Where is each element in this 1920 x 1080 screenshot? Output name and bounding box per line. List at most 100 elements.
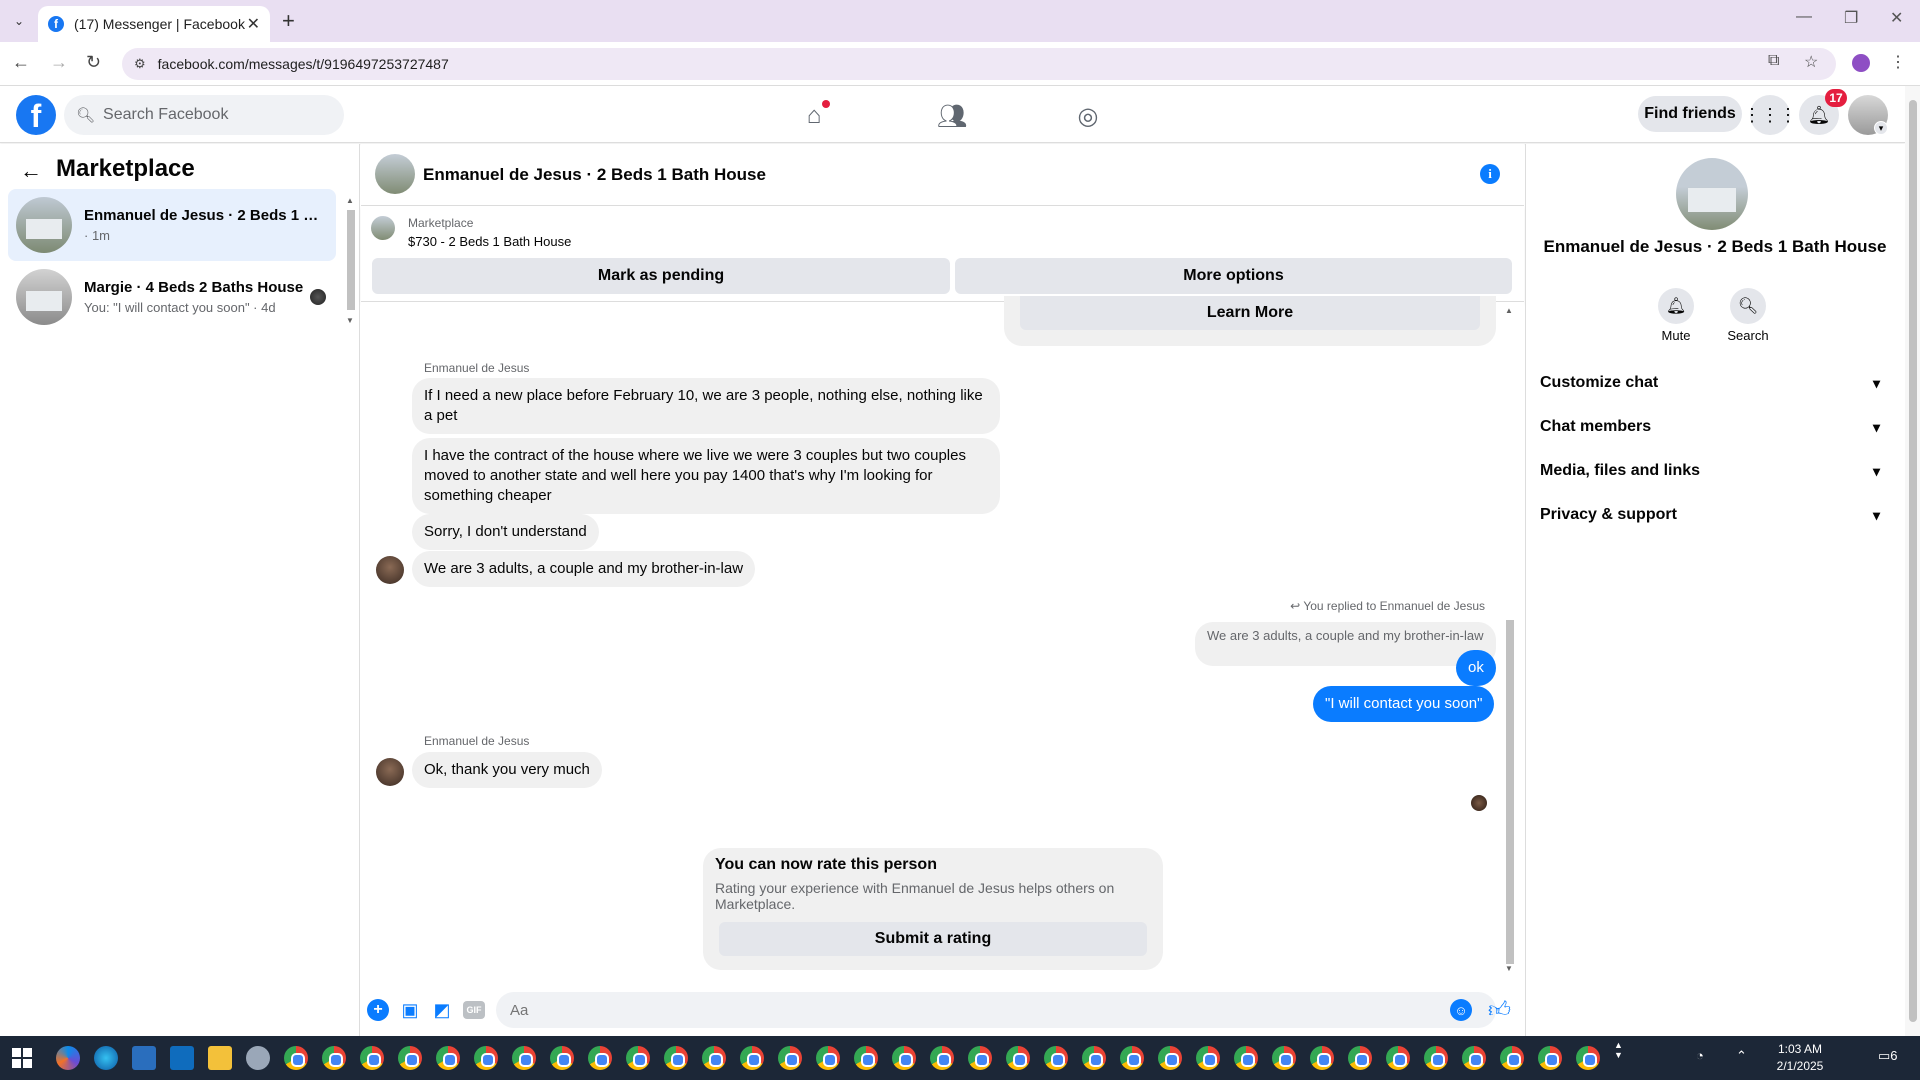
chrome-icon[interactable] xyxy=(1500,1046,1524,1070)
image-icon[interactable]: ▣ xyxy=(399,999,421,1021)
chrome-icon[interactable] xyxy=(512,1046,536,1070)
install-app-icon[interactable]: ⧉ xyxy=(1768,52,1779,70)
chrome-icon[interactable] xyxy=(892,1046,916,1070)
scroll-up-icon[interactable]: ▲ xyxy=(346,196,354,205)
chrome-icon[interactable] xyxy=(702,1046,726,1070)
chat-scrollbar[interactable]: ▲ ▼ xyxy=(1504,306,1516,976)
chrome-icon[interactable] xyxy=(968,1046,992,1070)
chrome-icon[interactable] xyxy=(626,1046,650,1070)
minimize-button[interactable]: — xyxy=(1796,8,1812,26)
tray-chevron-icon[interactable]: ⌃ xyxy=(1736,1048,1747,1064)
incoming-message[interactable]: If I need a new place before February 10… xyxy=(412,378,1000,434)
address-bar[interactable]: ⚙ facebook.com/messages/t/91964972537274… xyxy=(122,48,1836,80)
chevron-down-icon[interactable]: ▾ xyxy=(1874,121,1888,135)
sender-avatar[interactable] xyxy=(376,556,404,584)
more-options-button[interactable]: More options xyxy=(955,258,1512,294)
app-icon[interactable] xyxy=(246,1046,270,1070)
sticker-icon[interactable]: ◩ xyxy=(431,999,453,1021)
search-icon[interactable]: 🔍︎ xyxy=(1730,288,1766,324)
forward-button[interactable]: → xyxy=(50,52,68,73)
like-thumb-icon[interactable]: 👍︎ xyxy=(1488,996,1511,1023)
chrome-icon[interactable] xyxy=(664,1046,688,1070)
incoming-message[interactable]: Sorry, I don't understand xyxy=(412,514,599,550)
page-scrollbar[interactable] xyxy=(1905,86,1920,1036)
outlook-icon[interactable] xyxy=(170,1046,194,1070)
reload-button[interactable]: ↻ xyxy=(86,52,101,73)
site-info-icon[interactable]: ⚙ xyxy=(134,56,146,72)
chrome-icon[interactable] xyxy=(1196,1046,1220,1070)
new-tab-button[interactable]: + xyxy=(282,8,295,34)
chrome-icon[interactable] xyxy=(322,1046,346,1070)
chrome-icon[interactable] xyxy=(1158,1046,1182,1070)
groups-icon[interactable]: ◎ xyxy=(1072,100,1104,132)
chrome-icon[interactable] xyxy=(1272,1046,1296,1070)
learn-more-button[interactable]: Learn More xyxy=(1020,296,1480,330)
taskbar-clock[interactable]: 1:03 AM 2/1/2025 xyxy=(1760,1041,1840,1075)
mark-as-pending-button[interactable]: Mark as pending xyxy=(372,258,950,294)
back-arrow-icon[interactable]: ← xyxy=(20,158,42,184)
chrome-icon[interactable] xyxy=(550,1046,574,1070)
incoming-message[interactable]: We are 3 adults, a couple and my brother… xyxy=(412,551,756,587)
sender-avatar[interactable] xyxy=(376,758,404,786)
conversation-scrollbar[interactable]: ▲ ▼ xyxy=(346,196,356,326)
chrome-icon[interactable] xyxy=(1424,1046,1448,1070)
edge-icon[interactable] xyxy=(94,1046,118,1070)
chrome-icon[interactable] xyxy=(1462,1046,1486,1070)
chrome-icon[interactable] xyxy=(854,1046,878,1070)
chrome-icon[interactable] xyxy=(1082,1046,1106,1070)
chrome-icon[interactable] xyxy=(1006,1046,1030,1070)
scrollbar-thumb[interactable] xyxy=(1909,100,1917,1022)
chrome-icon[interactable] xyxy=(1386,1046,1410,1070)
notification-center-icon[interactable]: ▭6 xyxy=(1878,1048,1898,1064)
outgoing-message[interactable]: "I will contact you soon" xyxy=(1313,686,1495,722)
file-explorer-icon[interactable] xyxy=(208,1046,232,1070)
message-input[interactable] xyxy=(496,992,1496,1028)
conversation-item[interactable]: Enmanuel de Jesus · 2 Beds 1 Ba... · 1m xyxy=(8,189,336,261)
menu-grid-icon[interactable]: ⋮⋮⋮ xyxy=(1743,95,1797,135)
chrome-icon[interactable] xyxy=(1044,1046,1068,1070)
chrome-icon[interactable] xyxy=(740,1046,764,1070)
listing-thumbnail[interactable] xyxy=(371,216,395,240)
submit-rating-button[interactable]: Submit a rating xyxy=(719,922,1147,956)
chrome-icon[interactable] xyxy=(588,1046,612,1070)
browser-tab[interactable]: f (17) Messenger | Facebook ✕ xyxy=(38,6,270,42)
chat-avatar[interactable] xyxy=(375,154,415,194)
hidden-icons-icon[interactable]: ◔ xyxy=(1696,1048,1704,1063)
tab-close-icon[interactable]: ✕ xyxy=(247,14,260,34)
quoted-message[interactable]: We are 3 adults, a couple and my brother… xyxy=(1195,622,1496,666)
chrome-icon[interactable] xyxy=(1348,1046,1372,1070)
incoming-message[interactable]: Ok, thank you very much xyxy=(412,752,602,788)
store-icon[interactable] xyxy=(132,1046,156,1070)
chat-title[interactable]: Enmanuel de Jesus · 2 Beds 1 Bath House xyxy=(423,165,766,185)
scroll-down-icon[interactable]: ▼ xyxy=(346,316,354,325)
chrome-icon[interactable] xyxy=(1538,1046,1562,1070)
back-button[interactable]: ← xyxy=(12,52,30,73)
chrome-icon[interactable] xyxy=(474,1046,498,1070)
copilot-icon[interactable] xyxy=(56,1046,80,1070)
chrome-icon[interactable] xyxy=(284,1046,308,1070)
chrome-icon[interactable] xyxy=(360,1046,384,1070)
chrome-icon[interactable] xyxy=(930,1046,954,1070)
browser-profile-icon[interactable] xyxy=(1852,54,1870,72)
chrome-icon[interactable] xyxy=(436,1046,460,1070)
scrollbar-thumb[interactable] xyxy=(347,210,355,310)
gif-icon[interactable]: GIF xyxy=(463,1001,485,1019)
bookmark-star-icon[interactable]: ☆ xyxy=(1804,52,1818,72)
conversation-item[interactable]: Margie · 4 Beds 2 Baths House You: "I wi… xyxy=(8,261,336,333)
chrome-icon[interactable] xyxy=(778,1046,802,1070)
customize-chat-section[interactable]: Customize chat ▾ xyxy=(1530,361,1900,405)
chat-members-section[interactable]: Chat members ▾ xyxy=(1530,405,1900,449)
window-close-button[interactable]: ✕ xyxy=(1890,8,1903,28)
windows-start-icon[interactable] xyxy=(12,1048,32,1068)
listing-price[interactable]: $730 - 2 Beds 1 Bath House xyxy=(408,234,571,249)
scroll-up-icon[interactable]: ▲ xyxy=(1505,306,1513,315)
scrollbar-thumb[interactable] xyxy=(1506,620,1514,964)
chrome-icon[interactable] xyxy=(1234,1046,1258,1070)
chrome-icon[interactable] xyxy=(1310,1046,1334,1070)
emoji-icon[interactable]: ☺ xyxy=(1450,999,1472,1021)
taskbar-scroll-icon[interactable]: ▲ ▼ xyxy=(1614,1040,1623,1060)
outgoing-message[interactable]: ok xyxy=(1456,650,1496,686)
details-avatar[interactable] xyxy=(1676,158,1748,230)
tab-list-chevron-icon[interactable]: ⌄ xyxy=(8,10,30,32)
chrome-icon[interactable] xyxy=(816,1046,840,1070)
